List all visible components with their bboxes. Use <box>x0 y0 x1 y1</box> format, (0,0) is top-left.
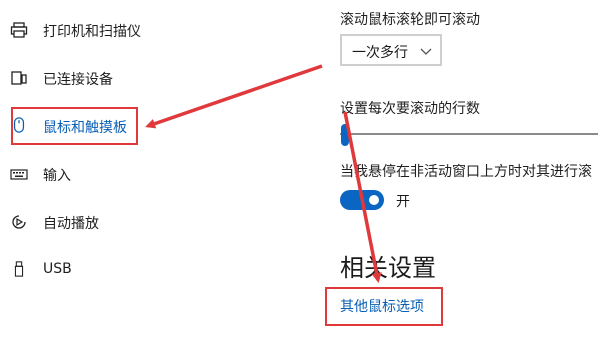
arrow-to-link <box>343 111 382 283</box>
annotation-arrows <box>145 64 382 283</box>
arrow-to-mouse-item <box>145 64 323 129</box>
